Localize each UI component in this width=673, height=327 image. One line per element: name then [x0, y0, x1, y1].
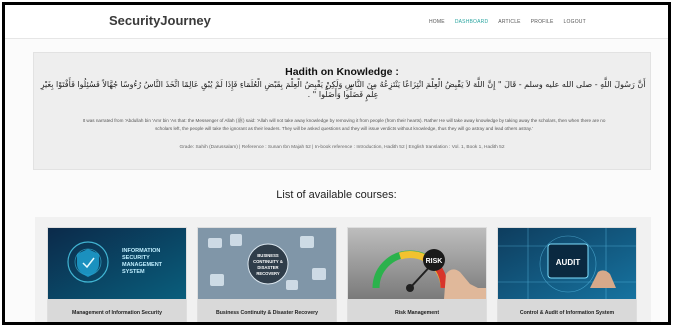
brand-logo[interactable]: SecurityJourney	[109, 13, 211, 28]
hadith-title: Hadith on Knowledge :	[285, 66, 399, 78]
main-nav: HOME DASHBOARD ARTICLE PROFILE LOGOUT	[429, 19, 586, 25]
course-title-audit[interactable]: Control & Audit of Information System	[498, 299, 636, 322]
nav-home[interactable]: HOME	[429, 19, 445, 25]
nav-article[interactable]: ARTICLE	[498, 19, 520, 25]
course-image-information-security[interactable]: INFORMATION SECURITY MANAGEMENT SYSTEM	[48, 228, 186, 299]
course-image-business-continuity[interactable]: BUSINESS CONTINUITY & DISASTER RECOVERY	[198, 228, 336, 299]
hadith-reference: Grade: Sahih (Darussalam) | Reference : …	[179, 145, 505, 150]
nav-logout[interactable]: LOGOUT	[564, 19, 586, 25]
card2-image-line3: DISASTER	[257, 265, 278, 270]
course-title-business-continuity[interactable]: Business Continuity & Disaster Recovery	[198, 299, 336, 322]
courses-heading: List of available courses:	[276, 189, 397, 201]
nav-dashboard[interactable]: DASHBOARD	[455, 19, 488, 25]
card1-image-line1: INFORMATION	[122, 248, 160, 254]
course-card-risk-management[interactable]: RISK Risk Management	[347, 227, 487, 322]
card2-image-line2: CONTINUITY &	[253, 259, 283, 264]
course-card-business-continuity[interactable]: BUSINESS CONTINUITY & DISASTER RECOVERY …	[197, 227, 337, 322]
card2-image-line4: RECOVERY	[256, 271, 280, 276]
top-navbar: SecurityJourney HOME DASHBOARD ARTICLE P…	[5, 5, 668, 39]
course-card-information-security[interactable]: INFORMATION SECURITY MANAGEMENT SYSTEM M…	[47, 227, 187, 322]
card1-image-line2: SECURITY	[122, 255, 150, 261]
courses-list: INFORMATION SECURITY MANAGEMENT SYSTEM M…	[35, 217, 651, 322]
course-card-audit[interactable]: AUDIT Control & Audit of Information Sys…	[497, 227, 637, 322]
hadith-english-text: It was narrated from 'Abdullah bin 'Amr …	[82, 118, 606, 131]
course-image-audit[interactable]: AUDIT	[498, 228, 636, 299]
card1-image-line3: MANAGEMENT	[122, 262, 163, 268]
hadith-panel: Hadith on Knowledge : أَنَّ رَسُولَ اللَ…	[33, 52, 651, 170]
card2-image-line1: BUSINESS	[257, 253, 279, 258]
card3-image-line1: RISK	[426, 258, 443, 265]
hadith-arabic-text: أَنَّ رَسُولَ اللَّهِ - صلى الله عليه وس…	[40, 80, 646, 99]
browser-frame: SecurityJourney HOME DASHBOARD ARTICLE P…	[2, 2, 671, 325]
course-title-risk-management[interactable]: Risk Management	[348, 299, 486, 322]
card4-image-line1: AUDIT	[556, 258, 581, 267]
course-title-information-security[interactable]: Management of Information Security	[48, 299, 186, 322]
card1-image-line4: SYSTEM	[122, 269, 145, 275]
course-image-risk-management[interactable]: RISK	[348, 228, 486, 299]
nav-profile[interactable]: PROFILE	[531, 19, 554, 25]
